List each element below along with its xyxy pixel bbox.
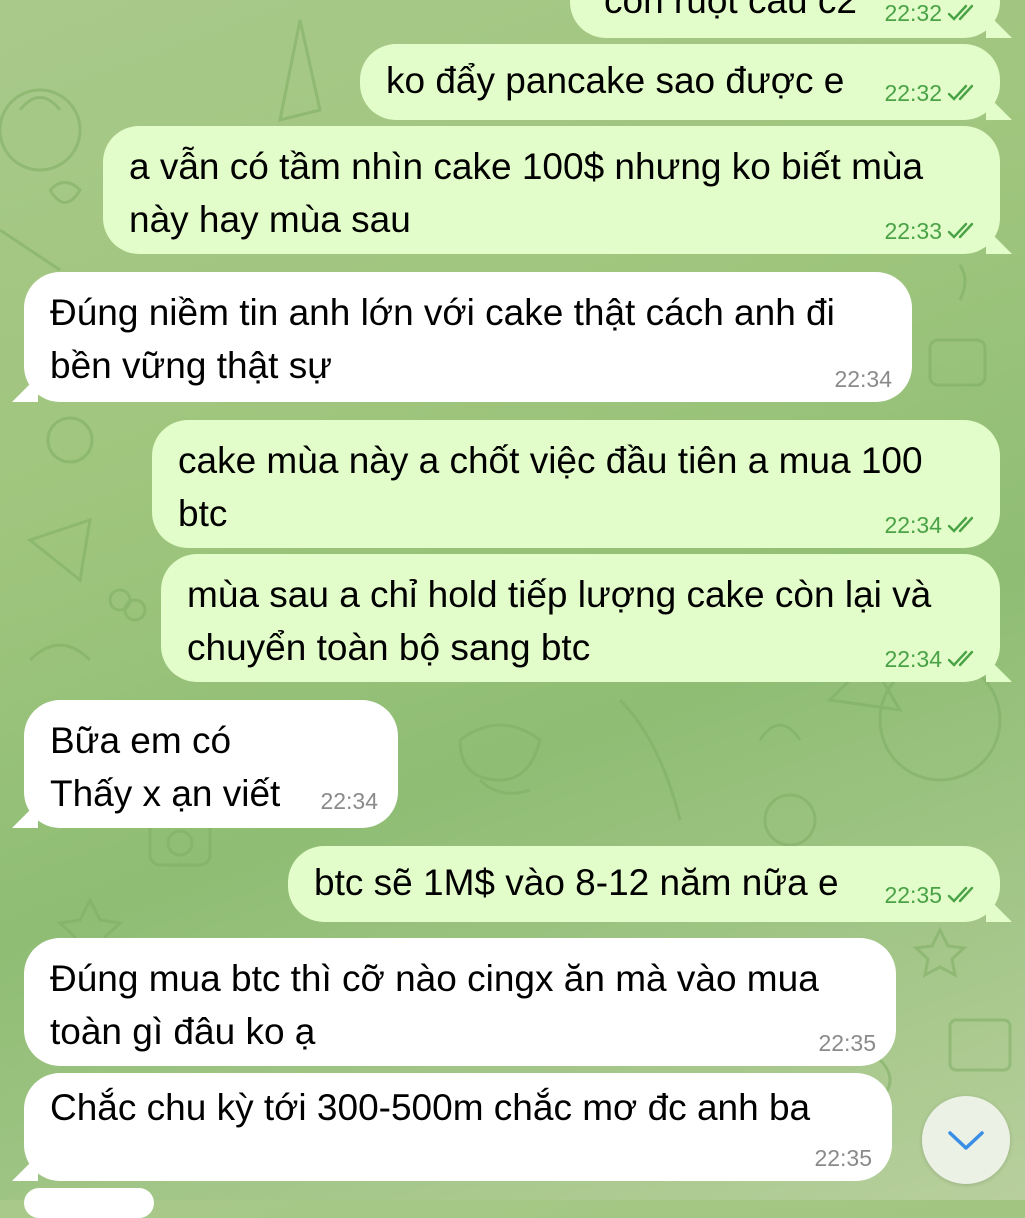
message-meta: 22:33 <box>884 218 980 244</box>
message-time: 22:33 <box>884 218 942 244</box>
chevron-down-icon <box>948 1131 984 1150</box>
message-bubble-outgoing[interactable]: cake mùa này a chốt việc đầu tiên a mua … <box>152 420 1000 548</box>
message-bubble-incoming[interactable]: Đúng niềm tin anh lớn với cake thật cách… <box>24 272 912 402</box>
double-check-icon <box>947 84 974 101</box>
message-time: 22:35 <box>818 1030 876 1056</box>
message-text: btc sẽ 1M$ vào 8-12 năm nữa e <box>314 862 839 903</box>
message-bubble-incoming-partial <box>24 1188 154 1218</box>
message-text: cake mùa này a chốt việc đầu tiên a mua … <box>178 440 923 534</box>
message-text: mùa sau a chỉ hold tiếp lượng cake còn l… <box>187 574 932 668</box>
message-meta: 22:35 <box>884 882 980 908</box>
double-check-icon <box>947 886 974 903</box>
message-text: Đúng mua btc thì cỡ nào cingx ăn mà vào … <box>50 958 819 1052</box>
message-time: 22:34 <box>884 646 942 672</box>
message-text: Chắc chu kỳ tới 300-500m chắc mơ đc anh … <box>50 1087 811 1128</box>
message-meta: 22:34 <box>834 366 892 392</box>
scroll-to-bottom-button[interactable] <box>922 1096 1010 1184</box>
message-time: 22:34 <box>320 788 378 814</box>
message-meta: 22:34 <box>320 788 378 814</box>
message-bubble-incoming[interactable]: Bữa em có Thấy x ạn viết 22:34 <box>24 700 398 828</box>
message-time: 22:32 <box>884 80 942 106</box>
message-meta: 22:34 <box>884 646 980 672</box>
message-text: a vẫn có tầm nhìn cake 100$ nhưng ko biế… <box>129 146 924 240</box>
double-check-icon <box>947 222 974 239</box>
message-time: 22:34 <box>884 512 942 538</box>
message-meta: 22:34 <box>884 512 980 538</box>
double-check-icon <box>947 516 974 533</box>
message-time: 22:32 <box>884 0 942 26</box>
message-bubble-incoming[interactable]: Chắc chu kỳ tới 300-500m chắc mơ đc anh … <box>24 1073 892 1181</box>
message-bubble-outgoing[interactable]: a vẫn có tầm nhìn cake 100$ nhưng ko biế… <box>103 126 1000 254</box>
message-bubble-outgoing[interactable]: mùa sau a chỉ hold tiếp lượng cake còn l… <box>161 554 1000 682</box>
message-bubble-incoming[interactable]: Đúng mua btc thì cỡ nào cingx ăn mà vào … <box>24 938 896 1066</box>
message-text: Đúng niềm tin anh lớn với cake thật cách… <box>50 292 835 386</box>
message-time: 22:34 <box>834 366 892 392</box>
message-bubble-outgoing[interactable]: ko đẩy pancake sao được e 22:32 <box>360 44 1000 120</box>
message-bubble-outgoing[interactable]: còn ruột cầu c2 22:32 <box>570 0 1000 38</box>
double-check-icon <box>947 650 974 667</box>
message-meta: 22:32 <box>884 80 980 106</box>
message-meta: 22:32 <box>884 0 980 26</box>
double-check-icon <box>947 4 974 21</box>
message-time: 22:35 <box>884 882 942 908</box>
message-meta: 22:35 <box>818 1030 876 1056</box>
message-time: 22:35 <box>814 1145 872 1171</box>
message-meta: 22:35 <box>814 1145 872 1171</box>
message-bubble-outgoing[interactable]: btc sẽ 1M$ vào 8-12 năm nữa e 22:35 <box>288 846 1000 922</box>
